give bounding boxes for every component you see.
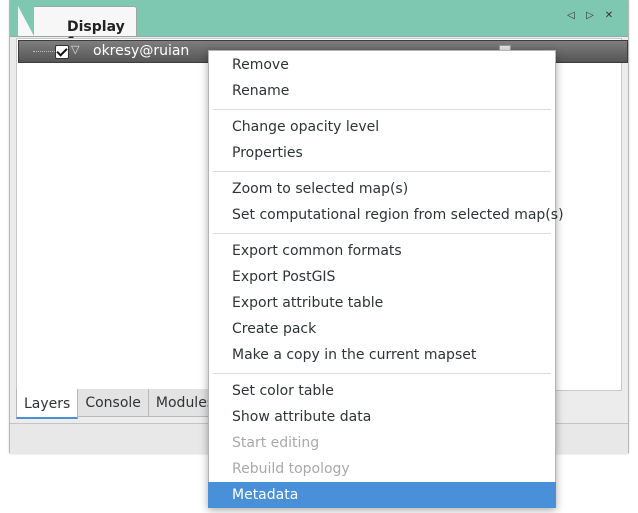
tab-display-1[interactable]: Display 1 bbox=[28, 6, 137, 51]
menu-item-export-postgis[interactable]: Export PostGIS bbox=[209, 264, 555, 290]
scroll-left-icon[interactable]: ◁ bbox=[566, 10, 576, 22]
menu-item-change-opacity-level[interactable]: Change opacity level bbox=[209, 114, 555, 140]
menu-item-set-computational-region-from-selected-map-s[interactable]: Set computational region from selected m… bbox=[209, 202, 564, 228]
vector-layer-icon: ▽ bbox=[71, 43, 80, 56]
menu-item-rebuild-topology: Rebuild topology bbox=[232, 461, 350, 477]
layer-context-menu: Remove Rename Change opacity level Properti… bbox=[208, 50, 564, 508]
menu-item-make-a-copy-in-the-current-mapset[interactable]: Make a copy in the current mapset bbox=[209, 342, 555, 368]
menu-item-rename[interactable]: Rename bbox=[209, 78, 555, 104]
menu-item-remove[interactable]: Remove bbox=[209, 52, 555, 78]
menu-item-create-pack[interactable]: Create pack bbox=[209, 316, 555, 342]
layer-name: okresy@ruian bbox=[93, 43, 190, 59]
menu-item-zoom-to-selected-map-s[interactable]: Zoom to selected map(s) bbox=[209, 176, 555, 202]
menu-separator bbox=[213, 233, 551, 234]
layer-visibility-checkbox[interactable] bbox=[55, 45, 69, 59]
scroll-right-icon[interactable]: ▷ bbox=[585, 10, 595, 22]
menu-item-set-color-table[interactable]: Set color table bbox=[209, 378, 555, 404]
menu-item-start-editing: Start editing bbox=[232, 435, 320, 451]
display-notebook-header: Display 1 ◁ ▷ ✕ bbox=[10, 0, 628, 51]
tab-console[interactable]: Console bbox=[77, 389, 149, 417]
menu-item-show-attribute-data[interactable]: Show attribute data bbox=[209, 404, 555, 430]
close-icon[interactable]: ✕ bbox=[604, 10, 614, 22]
menu-item-export-attribute-table[interactable]: Export attribute table bbox=[209, 290, 555, 316]
menu-item-properties[interactable]: Properties bbox=[209, 140, 555, 166]
tab-controls: ◁ ▷ ✕ bbox=[566, 10, 614, 22]
bottom-tab-bar: Layers Console Modules bbox=[16, 389, 223, 419]
menu-item-export-common-formats[interactable]: Export common formats bbox=[209, 238, 555, 264]
menu-separator bbox=[213, 171, 551, 172]
menu-separator bbox=[213, 109, 551, 110]
tab-notch bbox=[18, 6, 34, 36]
menu-separator bbox=[213, 373, 551, 374]
menu-item-metadata[interactable]: Metadata bbox=[208, 482, 556, 508]
tab-layers[interactable]: Layers bbox=[16, 389, 79, 419]
